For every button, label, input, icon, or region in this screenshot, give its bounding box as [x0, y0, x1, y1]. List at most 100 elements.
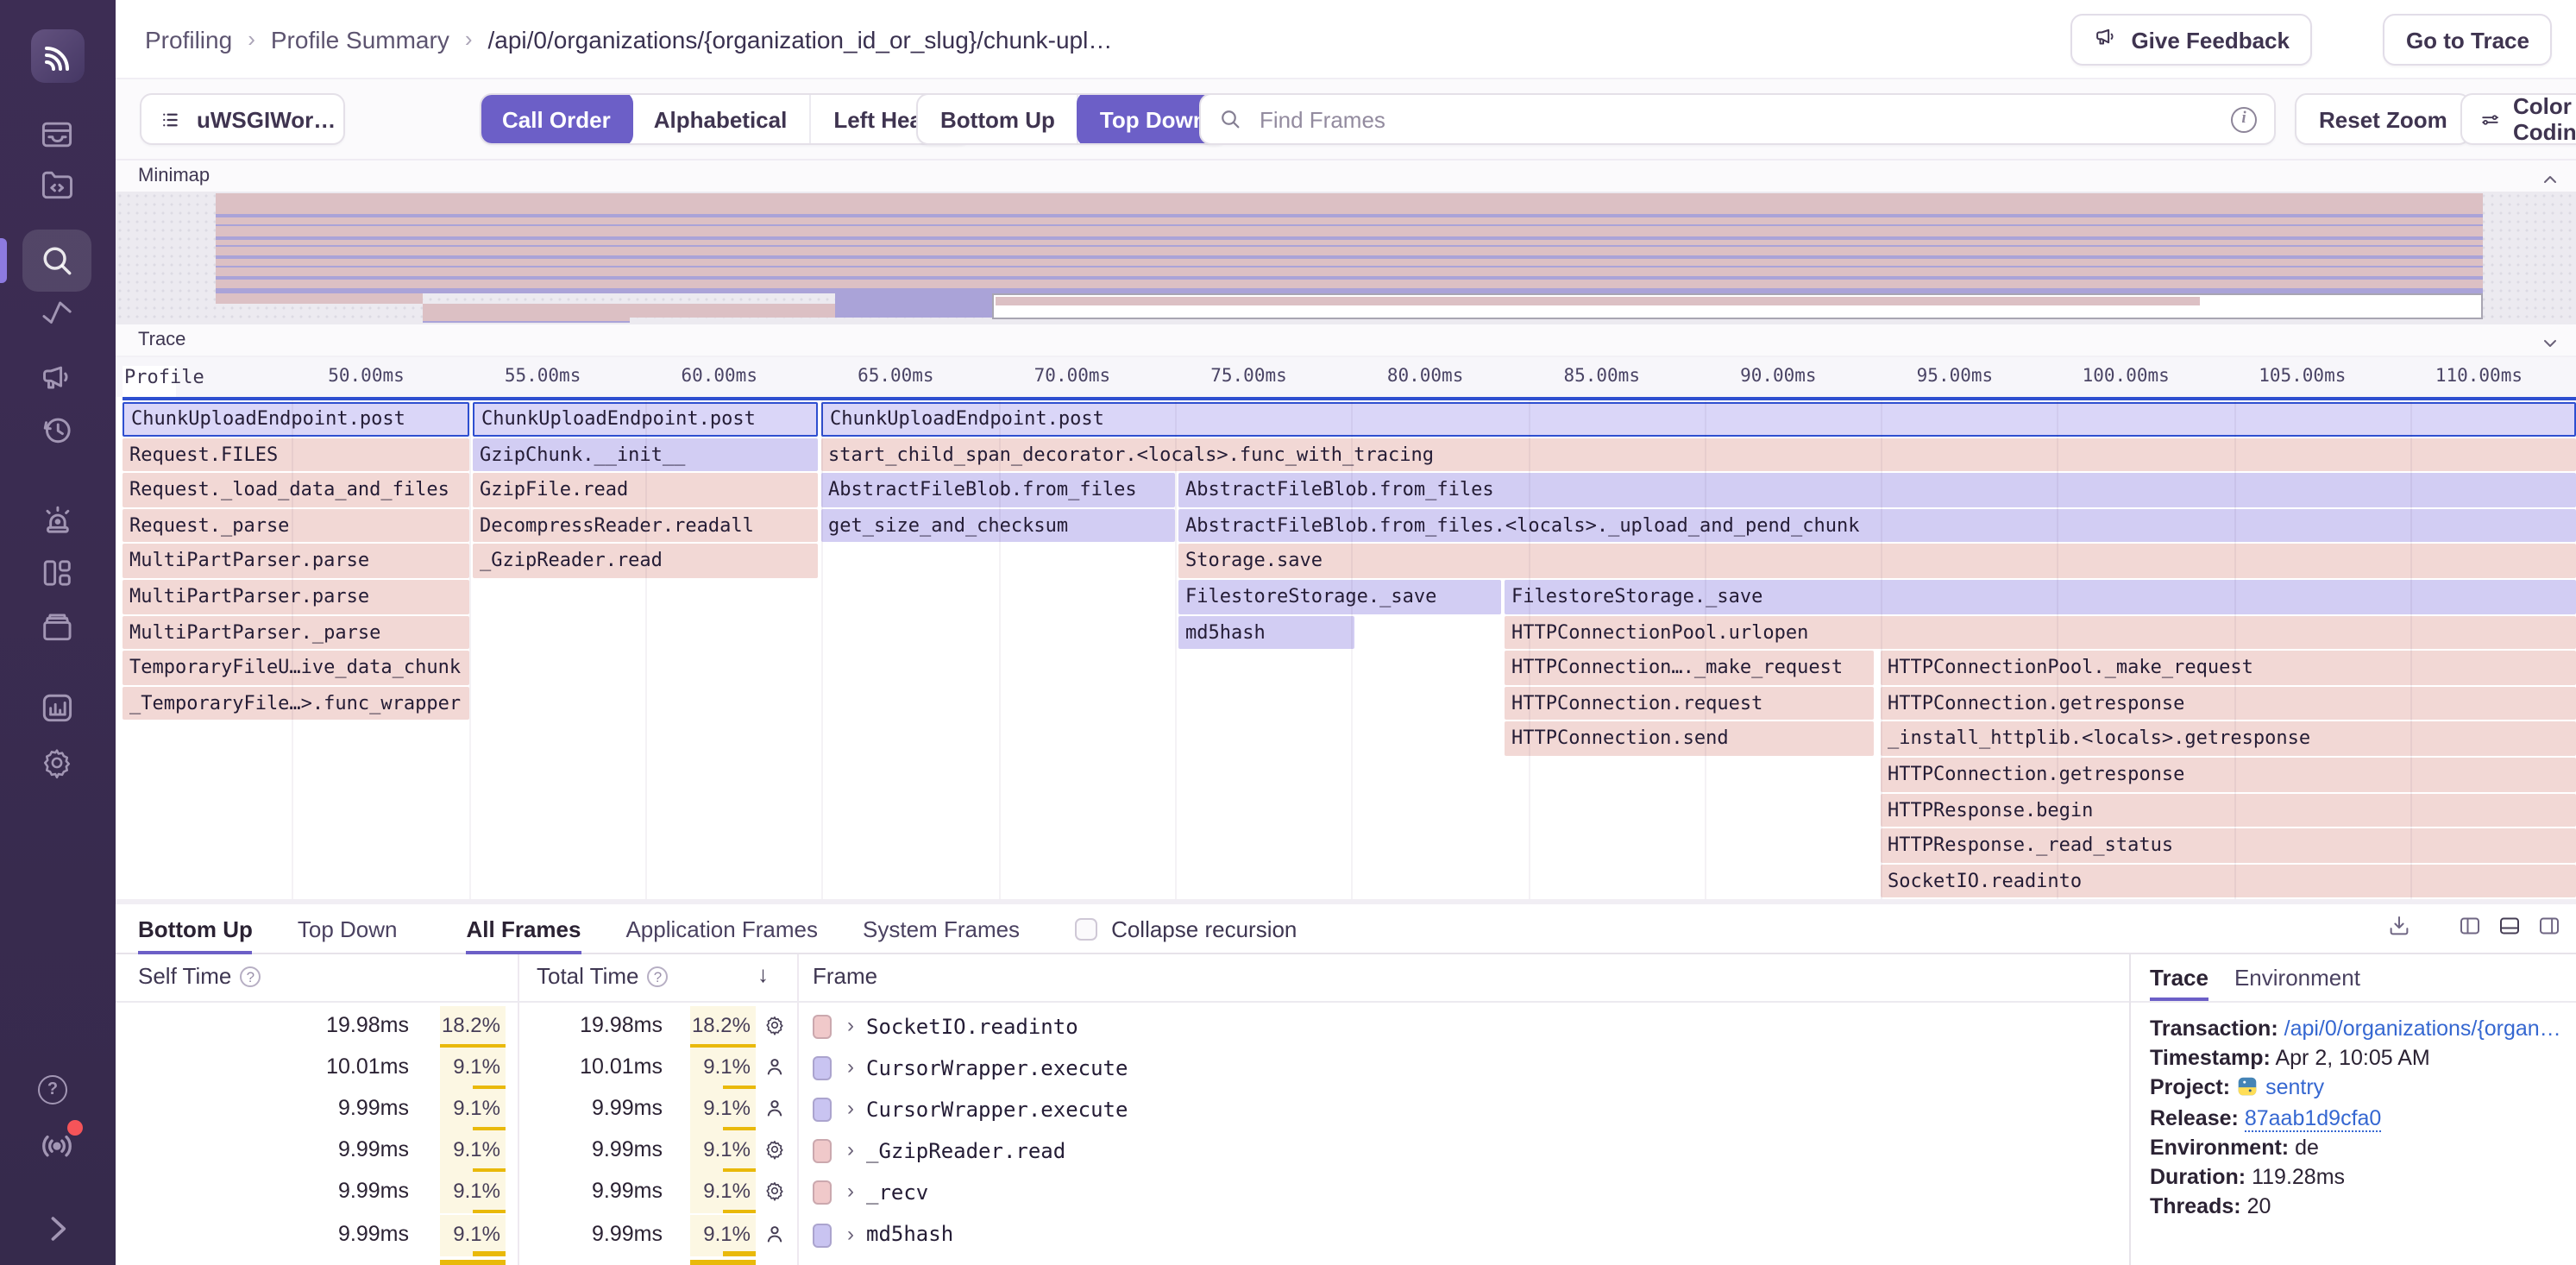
info-icon[interactable]: i	[2231, 106, 2257, 132]
flame-frame[interactable]: AbstractFileBlob.from_files	[1178, 473, 2576, 507]
flame-frame[interactable]: Request._load_data_and_files	[123, 473, 469, 507]
frame-name[interactable]: _recv	[866, 1180, 928, 1205]
sidebar-item-crons[interactable]	[38, 502, 76, 540]
tab-bottom-up[interactable]: Bottom Up	[138, 903, 253, 953]
segment-option-call-order[interactable]: Call Order	[480, 93, 633, 145]
flame-frame[interactable]: md5hash	[1178, 615, 1354, 649]
flame-frame[interactable]: Storage.save	[1178, 544, 2576, 578]
flame-frame[interactable]: MultiPartParser._parse	[123, 615, 469, 649]
go-to-trace-button[interactable]: Go to Trace	[2384, 14, 2552, 66]
details-tab-trace[interactable]: Trace	[2150, 954, 2208, 1001]
chevron-down-icon[interactable]	[2540, 331, 2560, 352]
sidebar-item-explore[interactable]	[38, 242, 76, 280]
sidebar-item-help[interactable]: ?	[38, 1075, 76, 1113]
flame-frame[interactable]: start_child_span_decorator.<locals>.func…	[821, 437, 2576, 471]
flame-frame[interactable]: HTTPConnectionPool._make_request	[1881, 651, 2576, 684]
expand-chevron-icon[interactable]: ›	[847, 1054, 854, 1079]
sidebar-item-whats-new[interactable]	[38, 1125, 76, 1163]
expand-chevron-icon[interactable]: ›	[847, 1221, 854, 1245]
flame-frame[interactable]: FilestoreStorage._save	[1505, 580, 2576, 614]
flame-frame[interactable]: MultiPartParser.parse	[123, 544, 469, 578]
tab-top-down[interactable]: Top Down	[298, 903, 398, 953]
chevron-up-icon[interactable]	[2540, 167, 2560, 188]
thread-selector[interactable]: uWSGIWor…	[140, 93, 345, 145]
flame-frame[interactable]: FilestoreStorage._save	[1178, 580, 1501, 614]
color-coding-button[interactable]: Color Coding	[2460, 93, 2576, 145]
field-value[interactable]: /api/0/organizations/{organ…	[2284, 1016, 2561, 1041]
flame-frame[interactable]: HTTPConnection…._make_request	[1505, 651, 1874, 684]
flame-frame[interactable]: HTTPResponse._read_status	[1881, 828, 2576, 862]
table-row[interactable]: 9.99ms9.1%9.99ms9.1%›_GzipReader.read	[116, 1131, 2129, 1173]
flame-frame[interactable]: _install_httplib.<locals>.getresponse	[1881, 722, 2576, 756]
find-frames-input[interactable]	[1256, 104, 2195, 134]
flame-frame[interactable]: HTTPConnection.getresponse	[1881, 687, 2576, 721]
sort-descending-icon[interactable]: ↓	[757, 961, 769, 987]
table-row[interactable]: 9.99ms9.1%9.99ms9.1%›_recv	[116, 1173, 2129, 1214]
expand-chevron-icon[interactable]: ›	[847, 1138, 854, 1162]
archive-icon	[38, 607, 76, 645]
expand-chevron-icon[interactable]: ›	[847, 1013, 854, 1037]
sidebar-item-stats[interactable]	[38, 689, 76, 727]
flame-frame[interactable]: HTTPConnection.request	[1505, 687, 1874, 721]
frame-name[interactable]: SocketIO.readinto	[866, 1014, 1078, 1038]
sidebar-item-alerts[interactable]	[38, 359, 76, 397]
expand-chevron-icon[interactable]: ›	[847, 1180, 854, 1204]
direction-segmented-control: Bottom UpTop Down	[916, 93, 1229, 145]
column-header[interactable]: Total Time	[537, 963, 639, 989]
reset-zoom-button[interactable]: Reset Zoom	[2295, 93, 2472, 145]
expand-chevron-icon[interactable]: ›	[847, 1096, 854, 1120]
flame-frame[interactable]: TemporaryFileU…ive_data_chunk	[123, 651, 469, 684]
table-row[interactable]: 9.99ms9.1%9.99ms9.1%›md5hash	[116, 1214, 2129, 1256]
flame-frame[interactable]: SocketIO.readinto	[1881, 865, 2576, 898]
segment-option-alphabetical[interactable]: Alphabetical	[631, 93, 812, 145]
flamegraph-canvas[interactable]: ChunkUploadEndpoint.post ChunkUploadEndpo…	[0, 397, 2576, 899]
help-icon: ?	[240, 966, 261, 987]
flame-frame[interactable]: Request.FILES	[123, 437, 469, 471]
flame-frame[interactable]: HTTPConnection.send	[1505, 722, 1874, 756]
sidebar-item-dashboards[interactable]	[38, 293, 76, 331]
flame-frame[interactable]: HTTPResponse.begin	[1881, 793, 2576, 827]
flame-frame[interactable]: ChunkUploadEndpoint.post	[821, 402, 2576, 436]
frame-name[interactable]: CursorWrapper.execute	[866, 1055, 1128, 1079]
flame-frame[interactable]: Request._parse	[123, 509, 469, 543]
sidebar-item-discover[interactable]	[38, 607, 76, 645]
tab-system-frames[interactable]: System Frames	[863, 903, 1020, 953]
column-header[interactable]: Frame	[813, 963, 877, 989]
sidebar-item-releases[interactable]	[38, 411, 76, 449]
sidebar-item-settings[interactable]	[38, 744, 76, 782]
flame-frame[interactable]: HTTPConnection.getresponse	[1881, 758, 2576, 791]
sidebar-item-projects[interactable]	[38, 166, 76, 204]
field-value[interactable]: sentry	[2265, 1076, 2324, 1100]
frame-name[interactable]: _GzipReader.read	[866, 1139, 1065, 1163]
sidebar-item-expand[interactable]	[38, 1210, 76, 1248]
download-icon[interactable]	[2386, 912, 2412, 947]
panel-left-icon[interactable]	[2457, 912, 2483, 947]
table-row[interactable]: 19.98ms18.2%19.98ms18.2%›SocketIO.readin…	[116, 1006, 2129, 1048]
sidebar-item-insights[interactable]	[38, 554, 76, 592]
frame-name[interactable]: CursorWrapper.execute	[866, 1097, 1128, 1121]
breadcrumb-item[interactable]: Profile Summary	[271, 25, 449, 53]
collapse-recursion-toggle[interactable]: Collapse recursion	[1075, 916, 1297, 941]
give-feedback-button[interactable]: Give Feedback	[2070, 14, 2312, 66]
segment-option-bottom-up[interactable]: Bottom Up	[918, 93, 1079, 145]
panel-right-icon[interactable]	[2536, 912, 2562, 947]
table-row[interactable]: 9.99ms9.1%9.99ms9.1%›CursorWrapper.execu…	[116, 1089, 2129, 1130]
collapse-recursion-checkbox[interactable]	[1075, 917, 1097, 940]
table-row[interactable]: 10.01ms9.1%10.01ms9.1%›CursorWrapper.exe…	[116, 1048, 2129, 1089]
tab-all-frames[interactable]: All Frames	[467, 903, 581, 953]
flame-frame[interactable]: MultiPartParser.parse	[123, 580, 469, 614]
details-tab-environment[interactable]: Environment	[2234, 965, 2360, 991]
flame-frame[interactable]: HTTPConnectionPool.urlopen	[1505, 615, 2576, 649]
frame-name[interactable]: md5hash	[866, 1222, 953, 1246]
panel-bottom-icon[interactable]	[2497, 912, 2523, 947]
minimap-canvas[interactable]	[116, 192, 2576, 323]
flame-frame[interactable]: _TemporaryFile…>.func_wrapper	[123, 687, 469, 721]
column-header[interactable]: Self Time	[138, 963, 231, 989]
breadcrumb-item[interactable]: Profiling	[145, 25, 232, 53]
field-value[interactable]: 87aab1d9cfa0	[2245, 1105, 2382, 1131]
sidebar-item-issues[interactable]	[38, 116, 76, 154]
tab-application-frames[interactable]: Application Frames	[625, 903, 818, 953]
flame-frame[interactable]: ChunkUploadEndpoint.post	[123, 402, 469, 436]
flame-frame[interactable]: AbstractFileBlob.from_files.<locals>._up…	[1178, 509, 2576, 543]
sentry-logo[interactable]	[31, 29, 85, 83]
